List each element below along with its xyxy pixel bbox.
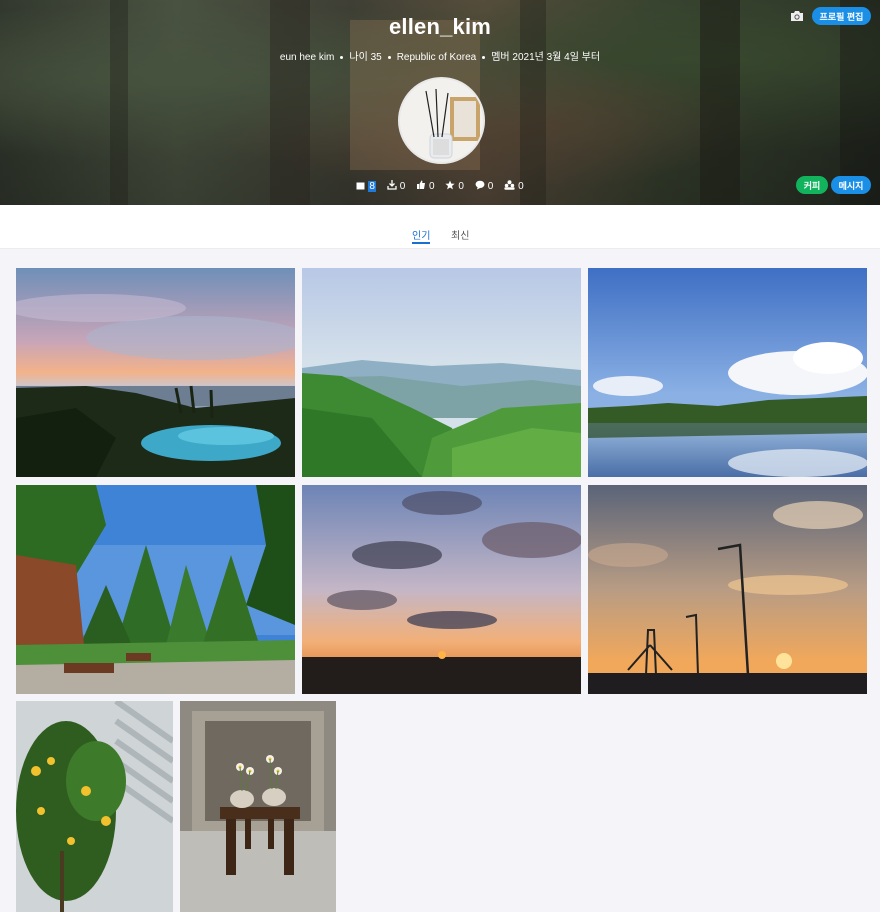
camera-icon[interactable]	[790, 10, 804, 22]
photo-sunset-sky-clouds[interactable]	[302, 485, 581, 694]
message-button[interactable]: 메시지	[831, 176, 871, 194]
profile-stats: 8 0 0 0 0 0	[0, 180, 880, 192]
star-icon	[445, 180, 455, 190]
tab-latest[interactable]: 최신	[451, 227, 469, 242]
profile-meta: eun hee kim 나이 35 Republic of Korea 멤버 2021…	[0, 48, 880, 63]
photos-icon	[356, 182, 365, 190]
download-icon	[387, 180, 397, 190]
stat-followers[interactable]: 0	[504, 180, 524, 192]
photo-green-mountain-valley[interactable]	[302, 268, 581, 477]
stat-favorites[interactable]: 0	[445, 180, 464, 192]
photo-lemon-tree-wall[interactable]	[16, 701, 173, 912]
coffee-button[interactable]: 커피	[796, 176, 828, 194]
photo-wooden-stool-flowers[interactable]	[180, 701, 336, 912]
avatar[interactable]	[398, 77, 485, 164]
profile-age: 나이 35	[349, 52, 382, 63]
stat-photos[interactable]: 8	[356, 181, 376, 192]
edit-profile-button[interactable]: 프로필 편집	[812, 7, 871, 25]
photo-tropical-sunset-pool[interactable]	[16, 268, 295, 477]
profile-tabs: 인기 최신	[0, 205, 880, 249]
photo-park-trees-bench[interactable]	[16, 485, 295, 694]
followers-icon	[504, 180, 515, 190]
photo-lake-reflection-clouds[interactable]	[588, 268, 867, 477]
thumbs-up-icon	[417, 180, 426, 189]
stat-likes[interactable]: 0	[416, 180, 435, 192]
profile-full-name: eun hee kim	[279, 52, 335, 63]
stat-comments[interactable]: 0	[475, 180, 493, 192]
stat-downloads[interactable]: 0	[387, 180, 405, 192]
comment-icon	[475, 180, 485, 190]
profile-country: Republic of Korea	[396, 52, 477, 63]
photo-bridge-street-lamp-sunset[interactable]	[588, 485, 867, 694]
profile-member-since: 멤버 2021년 3월 4일 부터	[491, 52, 601, 63]
profile-username: ellen_kim	[388, 14, 492, 39]
tab-popular[interactable]: 인기	[412, 227, 431, 244]
